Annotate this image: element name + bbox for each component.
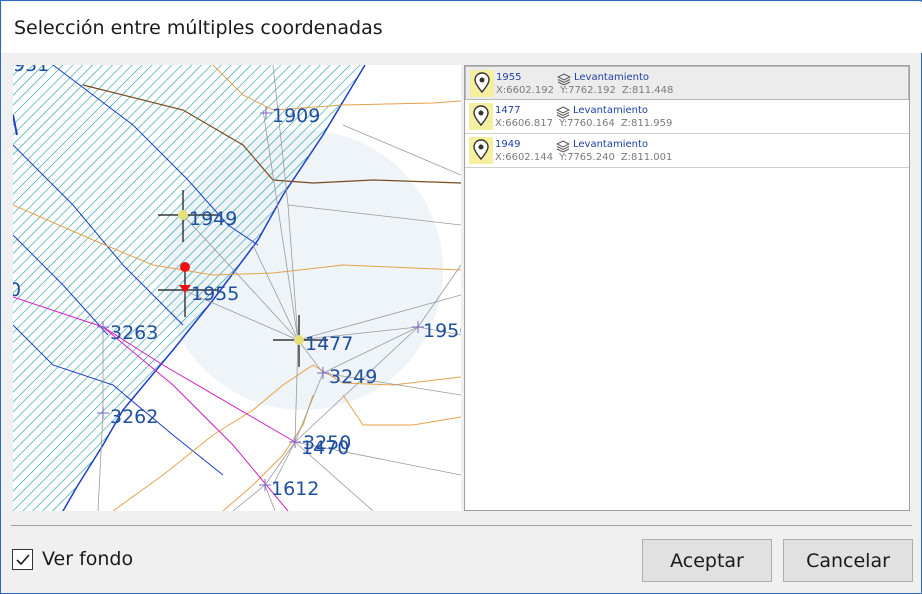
item-id: 1477: [495, 105, 521, 116]
title-bar: Selección entre múltiples coordenadas: [2, 2, 922, 53]
dialog-title: Selección entre múltiples coordenadas: [14, 17, 383, 39]
map-label-1949: 1949: [189, 208, 237, 230]
coord-z: Z:811.959: [620, 118, 673, 129]
location-pin-icon: [469, 103, 493, 130]
item-coordinates: X:6606.817 Y:7760.164 Z:811.959: [495, 118, 678, 129]
cancel-button[interactable]: Cancelar: [783, 539, 913, 582]
item-layer: Levantamiento: [574, 72, 650, 83]
checkmark-icon: [16, 553, 30, 565]
list-item[interactable]: 1477 Levantamiento X:6606.817 Y:7760.164 Z…: [465, 100, 909, 134]
footer-divider: [11, 525, 912, 526]
coord-y: Y:7760.164: [558, 118, 615, 129]
coord-x: X:6606.817: [495, 118, 553, 129]
map-view[interactable]: 1909 1949 1955 1477 3263 1956 3249 3262 …: [13, 65, 461, 511]
map-label-1470: 1470: [301, 437, 349, 459]
coord-x: X:6602.192: [496, 85, 554, 96]
map-label-3262: 3262: [110, 406, 158, 428]
coordinate-list[interactable]: 1955 Levantamiento X:6602.192 Y:7762.192 Z…: [464, 65, 910, 511]
item-coordinates: X:6602.144 Y:7765.240 Z:811.001: [495, 152, 678, 163]
list-item[interactable]: 1955 Levantamiento X:6602.192 Y:7762.192 Z…: [465, 66, 909, 100]
item-id: 1949: [495, 139, 521, 150]
item-coordinates: X:6602.192 Y:7762.192 Z:811.448: [496, 85, 679, 96]
selected-point-marker: [180, 262, 190, 272]
accept-button[interactable]: Aceptar: [642, 539, 772, 582]
point-1477-marker: [294, 335, 304, 345]
map-canvas[interactable]: 1909 1949 1955 1477 3263 1956 3249 3262 …: [13, 65, 461, 511]
coord-z: Z:811.001: [620, 152, 673, 163]
dialog-window: Selección entre múltiples coordenadas 19…: [0, 0, 922, 594]
map-label-0: 0: [13, 279, 21, 301]
map-label-3249: 3249: [329, 366, 377, 388]
ver-fondo-label[interactable]: Ver fondo: [42, 548, 133, 570]
item-id: 1955: [496, 72, 522, 83]
map-label-1909: 1909: [272, 105, 320, 127]
coord-y: Y:7762.192: [559, 85, 616, 96]
map-label-1956: 1956: [423, 320, 461, 342]
ver-fondo-checkbox[interactable]: [12, 548, 33, 570]
coord-x: X:6602.144: [495, 152, 553, 163]
coord-z: Z:811.448: [621, 85, 674, 96]
item-layer: Levantamiento: [573, 139, 649, 150]
map-label-3263: 3263: [110, 322, 158, 344]
map-label-951: 951: [13, 65, 49, 76]
point-1949-marker: [178, 210, 188, 220]
coord-y: Y:7765.240: [558, 152, 615, 163]
location-pin-icon: [469, 137, 493, 164]
ver-fondo-toggle[interactable]: Ver fondo: [12, 547, 133, 571]
map-label-1612: 1612: [271, 478, 319, 500]
list-item[interactable]: 1949 Levantamiento X:6602.144 Y:7765.240 Z…: [465, 134, 909, 168]
map-label-1477: 1477: [305, 333, 353, 355]
location-pin-icon: [470, 70, 494, 97]
map-label-1955: 1955: [191, 283, 239, 305]
item-layer: Levantamiento: [573, 105, 649, 116]
